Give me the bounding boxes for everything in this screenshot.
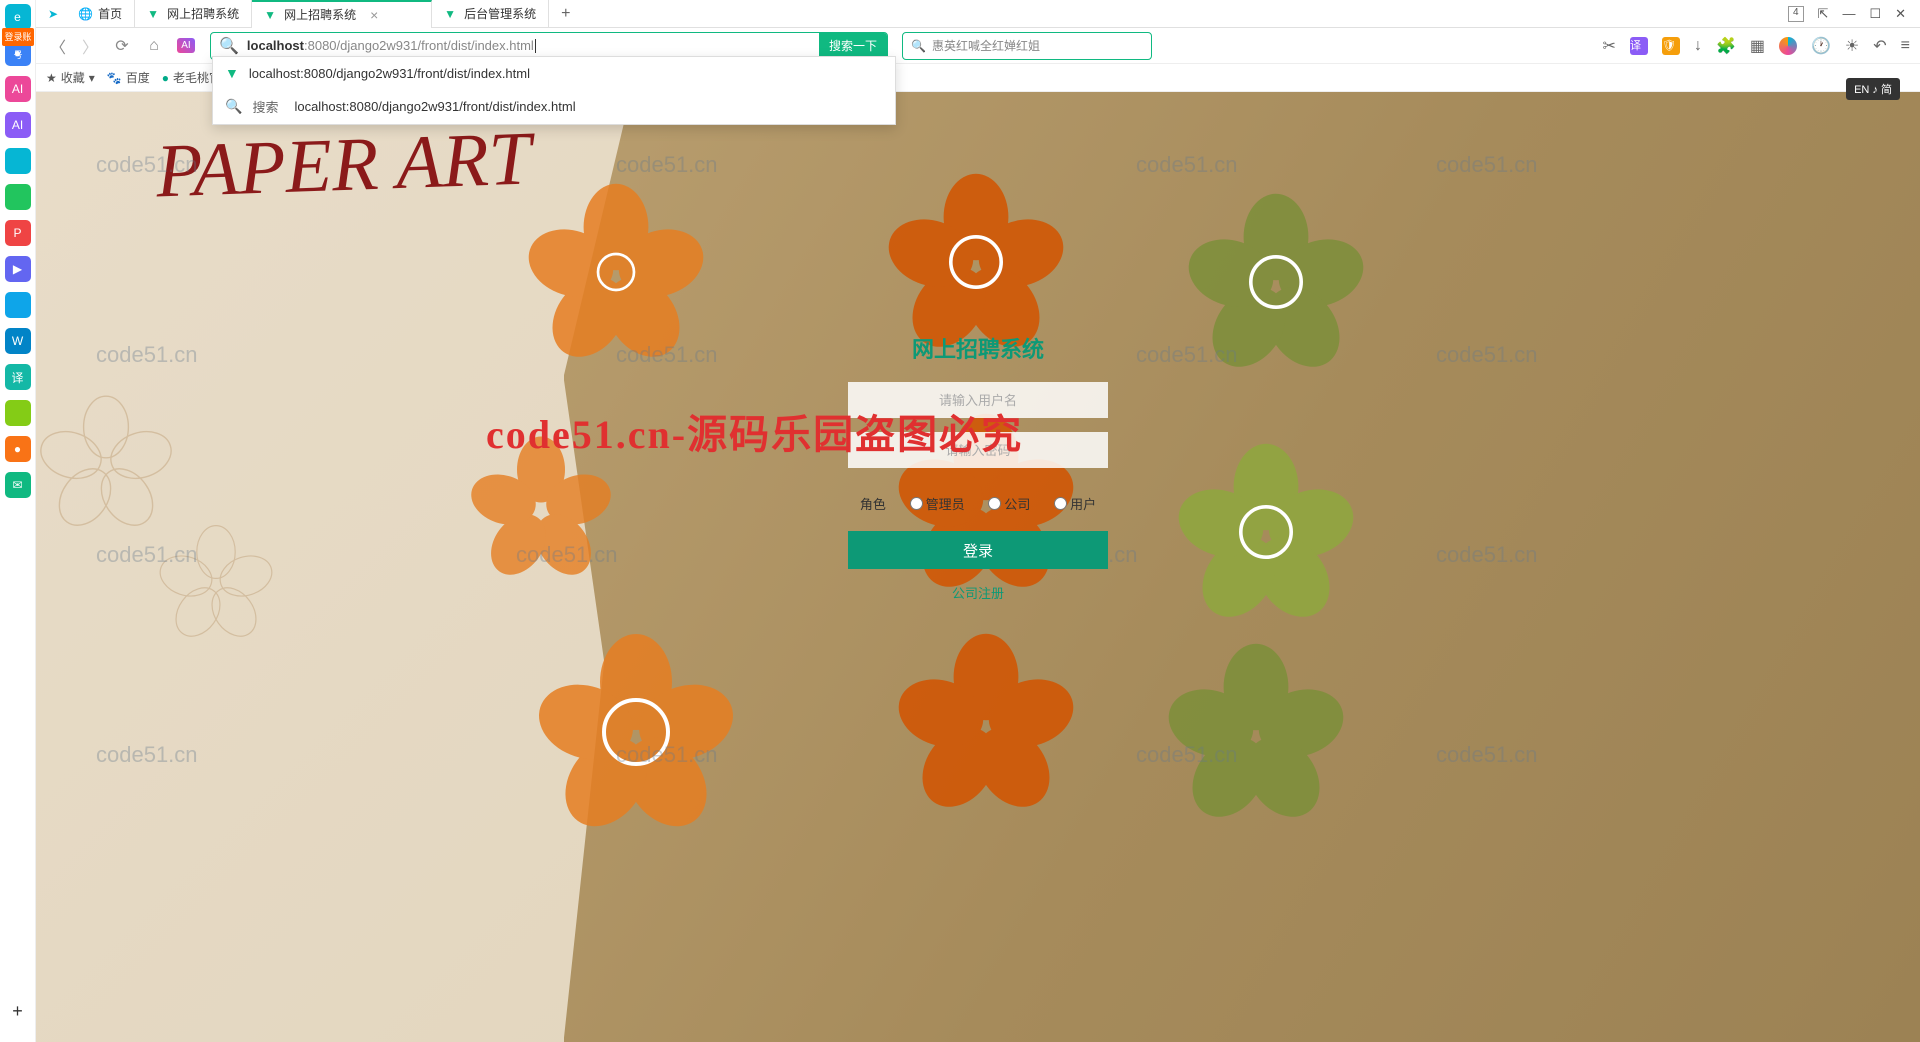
maximize-button[interactable]: ☐ — [1869, 6, 1881, 22]
suggestion-search[interactable]: 🔍 搜索 localhost:8080/django2w931/front/di… — [213, 89, 895, 124]
window-btn-1[interactable]: ⇱ — [1818, 6, 1829, 22]
close-window-button[interactable]: ✕ — [1895, 6, 1906, 22]
sidebar-app-icon-11[interactable]: 译 — [5, 364, 31, 390]
close-icon[interactable]: × — [370, 7, 378, 23]
sidebar-app-icon-1[interactable]: e — [5, 4, 31, 30]
page-content: PAPER ART 网上招聘系统 角色 管理员 公司 用户 登录 公司注册 — [36, 92, 1920, 1042]
login-title: 网上招聘系统 — [848, 332, 1108, 364]
sidebar-app-icon-3[interactable]: AI — [5, 76, 31, 102]
sidebar-app-icon-5[interactable] — [5, 148, 31, 174]
back-button[interactable]: 〈 — [46, 34, 70, 58]
sidebar-app-icon-7[interactable]: P — [5, 220, 31, 246]
flower-outline — [36, 392, 176, 532]
vue-icon: ▼ — [264, 8, 278, 22]
translate-icon[interactable]: 译 — [1630, 37, 1648, 55]
undo-icon[interactable]: ↶ — [1873, 36, 1886, 56]
tab-admin[interactable]: ▼ 后台管理系统 — [432, 0, 549, 28]
flower-decoration — [1186, 192, 1366, 372]
tab-recruit-1[interactable]: ▼ 网上招聘系统 — [135, 0, 252, 28]
shield-icon[interactable]: 🛡 — [1662, 37, 1680, 55]
role-company[interactable]: 公司 — [988, 494, 1030, 513]
ai-button[interactable]: AI — [174, 34, 198, 58]
secondary-search[interactable]: 🔍 惠英红喊全红婵红姐 — [902, 32, 1152, 60]
sidebar-app-icon-14[interactable]: ✉ — [5, 472, 31, 498]
search-button[interactable]: 搜索一下 — [819, 33, 887, 59]
vue-icon: ▼ — [147, 7, 161, 21]
new-tab-button[interactable]: + — [549, 5, 582, 23]
tab-home[interactable]: 🌐 首页 — [66, 0, 135, 28]
flower-decoration — [526, 182, 706, 362]
tab-label: 后台管理系统 — [464, 5, 536, 22]
url-domain: localhost — [247, 38, 304, 53]
login-badge[interactable]: 登录账号 — [2, 28, 34, 46]
flower-decoration — [886, 172, 1066, 352]
tab-count-badge[interactable]: 4 — [1788, 6, 1804, 22]
login-form: 网上招聘系统 角色 管理员 公司 用户 登录 公司注册 — [848, 332, 1108, 602]
minimize-button[interactable]: — — [1842, 6, 1855, 22]
login-submit-button[interactable]: 登录 — [848, 531, 1108, 569]
address-suggestions-dropdown: ▼ localhost:8080/django2w931/front/dist/… — [212, 56, 896, 125]
home-button[interactable]: ⌂ — [142, 34, 166, 58]
reload-button[interactable]: ⟳ — [110, 34, 134, 58]
download-icon[interactable]: ↓ — [1694, 37, 1702, 55]
sun-icon[interactable]: ☀ — [1845, 36, 1859, 56]
suggestion-text: localhost:8080/django2w931/front/dist/in… — [249, 66, 530, 81]
forward-button[interactable]: 〉 — [78, 34, 102, 58]
flower-decoration — [536, 632, 736, 832]
tab-label: 首页 — [98, 5, 122, 22]
flower-outline — [156, 522, 276, 642]
search-icon: 🔍 — [211, 36, 247, 56]
role-admin[interactable]: 管理员 — [910, 494, 965, 513]
vue-icon: ▼ — [444, 7, 458, 21]
extension-icon[interactable]: 🧩 — [1716, 36, 1736, 56]
flower-decoration — [1166, 642, 1346, 822]
language-badge[interactable]: EN ♪ 简 — [1846, 78, 1900, 100]
sidebar-app-icon-8[interactable]: ▶ — [5, 256, 31, 282]
globe-icon: 🌐 — [78, 7, 92, 21]
scissors-icon[interactable]: ✂ — [1603, 36, 1616, 56]
role-label: 角色 — [860, 494, 886, 513]
window-controls: 4 ⇱ — ☐ ✕ — [1788, 6, 1920, 22]
circle-icon[interactable] — [1779, 37, 1797, 55]
flower-decoration — [896, 632, 1076, 812]
apps-icon[interactable]: ▦ — [1750, 36, 1765, 56]
watermark: code51.cn — [96, 742, 198, 768]
flower-decoration — [466, 432, 616, 582]
role-selector: 角色 管理员 公司 用户 — [848, 494, 1108, 513]
url-path: :8080/django2w931/front/dist/index.html — [304, 38, 534, 53]
nav-compass-icon[interactable]: ➤ — [40, 0, 66, 28]
sidebar-app-icon-9[interactable] — [5, 292, 31, 318]
sidebar-add-button[interactable]: + — [12, 1001, 23, 1022]
paper-art-title: PAPER ART — [155, 115, 533, 215]
sidebar-app-icon-13[interactable]: ● — [5, 436, 31, 462]
sidebar-app-icon-12[interactable] — [5, 400, 31, 426]
tab-label: 网上招聘系统 — [284, 6, 356, 23]
suggestion-label: 搜索 — [252, 97, 278, 116]
company-register-link[interactable]: 公司注册 — [848, 583, 1108, 602]
browser-sidebar: e ● AI AI P ▶ W 译 ● ✉ + — [0, 0, 36, 1042]
search-icon: 🔍 — [911, 39, 926, 53]
username-input[interactable] — [848, 382, 1108, 418]
bookmark-baidu[interactable]: 🐾百度 — [107, 69, 150, 86]
menu-icon[interactable]: ≡ — [1901, 37, 1910, 55]
sidebar-app-icon-10[interactable]: W — [5, 328, 31, 354]
favorites-button[interactable]: ★ 收藏 ▾ — [46, 69, 95, 86]
tab-recruit-2-active[interactable]: ▼ 网上招聘系统 × — [252, 0, 432, 28]
tab-bar: ➤ 🌐 首页 ▼ 网上招聘系统 ▼ 网上招聘系统 × ▼ 后台管理系统 + 4 … — [0, 0, 1920, 28]
watermark: code51.cn — [96, 342, 198, 368]
password-input[interactable] — [848, 432, 1108, 468]
sidebar-app-icon-4[interactable]: AI — [5, 112, 31, 138]
role-user[interactable]: 用户 — [1054, 494, 1096, 513]
vue-icon: ▼ — [225, 65, 239, 81]
tab-label: 网上招聘系统 — [167, 5, 239, 22]
search-placeholder: 惠英红喊全红婵红姐 — [932, 37, 1040, 54]
sidebar-app-icon-6[interactable] — [5, 184, 31, 210]
suggestion-url[interactable]: ▼ localhost:8080/django2w931/front/dist/… — [213, 57, 895, 89]
flower-decoration — [1176, 442, 1356, 622]
suggestion-text: localhost:8080/django2w931/front/dist/in… — [294, 99, 575, 114]
search-icon: 🔍 — [225, 98, 242, 115]
clock-icon[interactable]: 🕐 — [1811, 36, 1831, 56]
toolbar-actions: ✂ 译 🛡 ↓ 🧩 ▦ 🕐 ☀ ↶ ≡ — [1603, 36, 1910, 56]
